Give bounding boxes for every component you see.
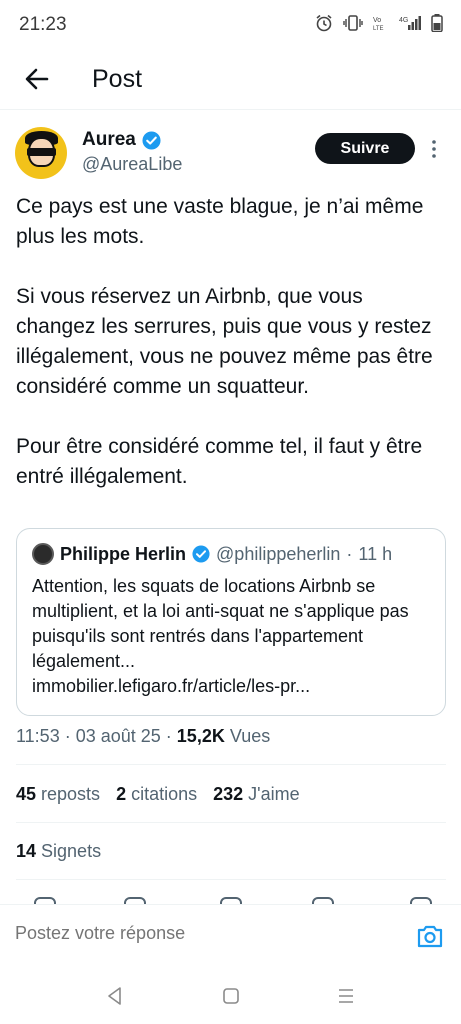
camera-icon	[417, 925, 443, 948]
status-icons: Vo LTE 4G	[315, 14, 443, 35]
camera-button[interactable]	[416, 923, 444, 949]
system-nav-bar	[0, 966, 461, 1024]
bookmarks-stat[interactable]: 14 Signets	[16, 841, 101, 862]
tweet-meta: 11:53 · 03 août 25 · 15,2K Vues	[16, 726, 271, 746]
quotes-label: citations	[131, 784, 198, 804]
quoted-tweet-header: Philippe Herlin @philippeherlin · 11 h	[32, 543, 392, 565]
follow-button[interactable]: Suivre	[315, 133, 415, 164]
author-handle[interactable]: @AureaLibe	[82, 154, 182, 175]
quoted-link[interactable]: immobilier.lefigaro.fr/article/les-pr...	[32, 676, 310, 696]
svg-text:4G: 4G	[399, 17, 408, 24]
author-name[interactable]: Aurea	[82, 129, 161, 151]
divider	[16, 822, 446, 823]
svg-text:LTE: LTE	[373, 26, 384, 31]
quoted-avatar	[32, 543, 54, 565]
quotes-stat[interactable]: 2 citations	[116, 784, 197, 805]
quoted-tweet[interactable]: Philippe Herlin @philippeherlin · 11 h A…	[16, 528, 446, 716]
quoted-tweet-text: Attention, les squats de locations Airbn…	[32, 574, 437, 699]
alarm-icon	[315, 14, 333, 35]
tweet-paragraph: Pour être considéré comme tel, il faut y…	[16, 435, 423, 488]
divider	[16, 764, 446, 765]
likes-label: J'aime	[248, 784, 300, 804]
likes-stat[interactable]: 232 J'aime	[213, 784, 300, 805]
triangle-back-icon	[108, 987, 121, 1005]
battery-icon	[431, 14, 443, 35]
avatar[interactable]	[15, 127, 67, 179]
quoted-author-handle: @philippeherlin	[216, 543, 341, 564]
tweet-time: 11:53	[16, 726, 60, 746]
status-bar: 21:23 Vo LTE 4G	[0, 0, 461, 50]
views-count: 15,2K	[176, 726, 225, 746]
tweet-date: 03 août 25	[75, 726, 161, 746]
quoted-text: Attention, les squats de locations Airbn…	[32, 576, 409, 671]
signal-icon: 4G	[399, 15, 421, 34]
views-label: Vues	[229, 726, 271, 746]
quoted-separator: ·	[346, 543, 353, 564]
likes-count: 232	[213, 784, 244, 804]
quoted-time: 11 h	[358, 543, 393, 564]
volte-icon: Vo LTE	[373, 15, 389, 34]
arrow-left-icon	[25, 68, 49, 90]
more-options-button[interactable]	[427, 137, 441, 161]
vibrate-icon	[343, 15, 363, 34]
svg-text:Vo: Vo	[373, 17, 381, 24]
tweet-paragraph: Si vous réservez un Airbnb, que vous cha…	[16, 285, 433, 398]
verified-badge-icon	[142, 130, 161, 150]
reposts-label: reposts	[41, 784, 101, 804]
reposts-count: 45	[16, 784, 37, 804]
tweet-text: Ce pays est une vaste blague, je n’ai mê…	[16, 192, 446, 492]
verified-badge-icon	[192, 545, 210, 563]
nav-back-button[interactable]	[103, 984, 127, 1008]
bookmarks-label: Signets	[41, 841, 102, 861]
bookmarks-count: 14	[16, 841, 37, 861]
menu-lines-icon	[339, 989, 353, 1003]
reply-bar	[0, 904, 461, 966]
back-button[interactable]	[22, 64, 52, 94]
tweet-paragraph: Ce pays est une vaste blague, je n’ai mê…	[16, 195, 424, 248]
status-time: 21:23	[19, 14, 67, 35]
quotes-count: 2	[116, 784, 127, 804]
more-vertical-icon	[432, 140, 436, 158]
page-header: Post	[0, 50, 461, 110]
page-title: Post	[92, 65, 143, 93]
author-name-text: Aurea	[82, 129, 136, 150]
nav-home-button[interactable]	[219, 984, 243, 1008]
author-row: Aurea @AureaLibe Suivre	[0, 125, 461, 185]
reposts-stat[interactable]: 45 reposts	[16, 784, 100, 805]
reply-input[interactable]	[15, 923, 375, 944]
engagement-stats: 45 reposts 2 citations 232 J'aime	[16, 784, 306, 805]
nav-recents-button[interactable]	[334, 984, 358, 1008]
square-home-icon	[223, 988, 239, 1004]
divider	[16, 879, 446, 880]
quoted-author-name: Philippe Herlin	[60, 543, 187, 564]
